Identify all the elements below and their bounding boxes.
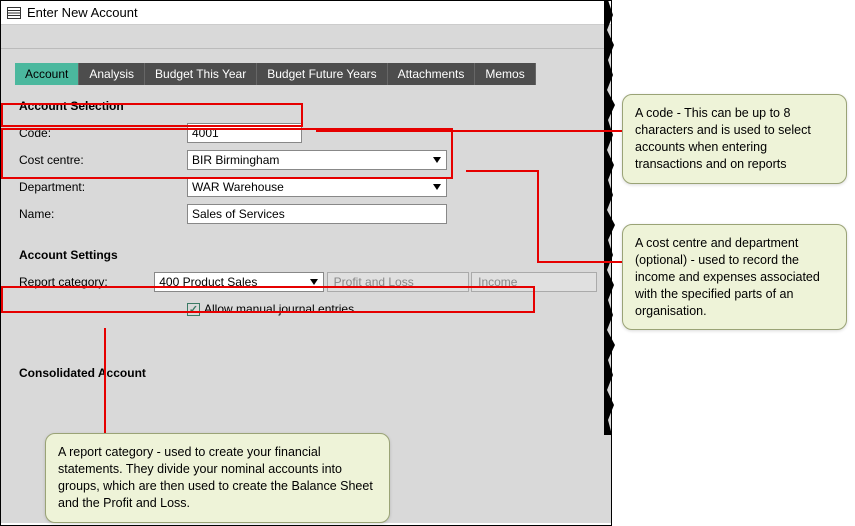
label-department: Department: xyxy=(19,180,187,194)
tab-budget-future-years[interactable]: Budget Future Years xyxy=(257,63,387,85)
row-cost-centre: Cost centre: BIR Birmingham xyxy=(19,148,597,172)
allow-manual-checkbox[interactable]: ✓ xyxy=(187,303,200,316)
torn-edge-decoration xyxy=(602,0,622,435)
name-input[interactable] xyxy=(187,204,447,224)
row-code: Code: xyxy=(19,121,597,145)
connector-ccdept-v xyxy=(537,170,539,263)
pnl-readonly: Profit and Loss xyxy=(327,272,469,292)
tab-budget-this-year[interactable]: Budget This Year xyxy=(145,63,257,85)
row-allow-manual: ✓ Allow manual journal entries xyxy=(187,302,597,316)
section-account-settings: Account Settings xyxy=(19,248,597,262)
report-category-select[interactable]: 400 Product Sales xyxy=(154,272,324,292)
tab-memos[interactable]: Memos xyxy=(475,63,535,85)
section-account-selection: Account Selection xyxy=(19,99,597,113)
tab-account[interactable]: Account xyxy=(15,63,79,85)
cost-centre-select[interactable]: BIR Birmingham xyxy=(187,150,447,170)
label-report-category: Report category: xyxy=(19,275,154,289)
code-input[interactable] xyxy=(187,123,302,143)
label-name: Name: xyxy=(19,207,187,221)
label-allow-manual: Allow manual journal entries xyxy=(204,302,354,316)
connector-code xyxy=(316,130,622,132)
callout-ccdept: A cost centre and department (optional) … xyxy=(622,224,847,330)
row-name: Name: xyxy=(19,202,597,226)
tab-analysis[interactable]: Analysis xyxy=(79,63,145,85)
department-select[interactable]: WAR Warehouse xyxy=(187,177,447,197)
window-title: Enter New Account xyxy=(27,5,138,20)
window-icon xyxy=(7,6,21,20)
connector-report-v xyxy=(104,328,106,434)
row-department: Department: WAR Warehouse xyxy=(19,175,597,199)
callout-code: A code - This can be up to 8 characters … xyxy=(622,94,847,184)
tab-attachments[interactable]: Attachments xyxy=(388,63,476,85)
label-code: Code: xyxy=(19,126,187,140)
income-readonly: Income xyxy=(471,272,597,292)
connector-ccdept-h2 xyxy=(537,261,622,263)
callout-report: A report category - used to create your … xyxy=(45,433,390,523)
row-report-category: Report category: 400 Product Sales Profi… xyxy=(19,270,597,294)
ribbon-spacer xyxy=(1,25,611,49)
connector-ccdept-h1 xyxy=(466,170,539,172)
label-cost-centre: Cost centre: xyxy=(19,153,187,167)
tab-strip: Account Analysis Budget This Year Budget… xyxy=(15,63,597,85)
window-titlebar: Enter New Account xyxy=(1,1,611,25)
